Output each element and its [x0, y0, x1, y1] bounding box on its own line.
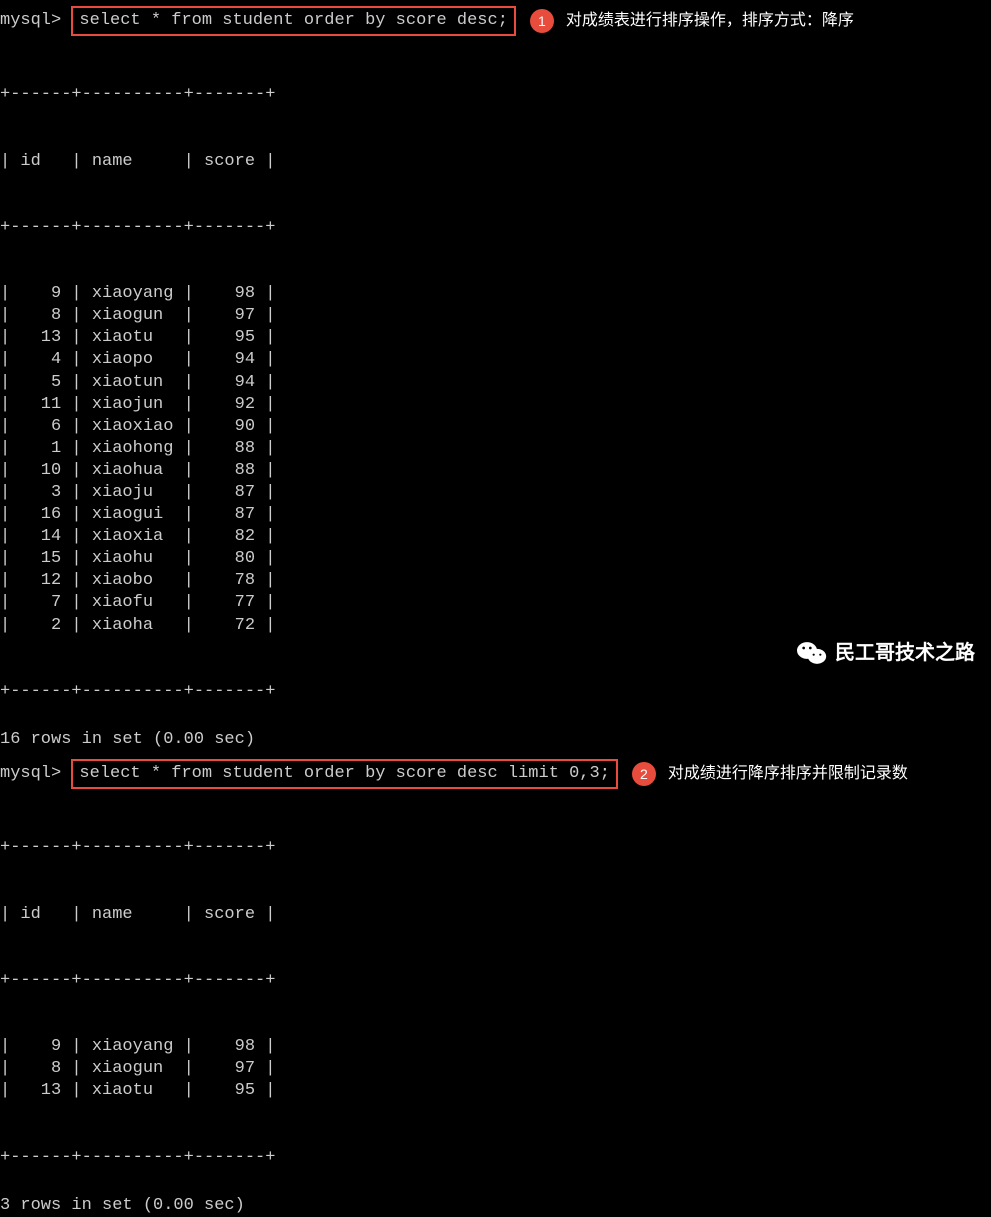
annotation1-text: 对成绩表进行排序操作，排序方式：降序 — [566, 11, 854, 32]
table-row: | 9 | xiaoyang | 98 | — [0, 283, 991, 305]
table1: +------+----------+-------+ | id | name … — [0, 40, 991, 725]
query2-sql: select * from student order by score des… — [79, 764, 610, 783]
table-row: | 7 | xiaofu | 77 | — [0, 592, 991, 614]
query2-line: mysql> select * from student order by sc… — [0, 759, 991, 789]
badge-1: 1 — [530, 9, 554, 33]
watermark: 民工哥技术之路 — [797, 640, 975, 666]
table-row: | 1 | xiaohong | 88 | — [0, 438, 991, 460]
table-row: | 11 | xiaojun | 92 | — [0, 394, 991, 416]
table-row: | 9 | xiaoyang | 98 | — [0, 1036, 991, 1058]
table-row: | 6 | xiaoxiao | 90 | — [0, 416, 991, 438]
table-row: | 16 | xiaogui | 87 | — [0, 504, 991, 526]
wechat-icon — [797, 640, 827, 666]
table-row: | 12 | xiaobo | 78 | — [0, 570, 991, 592]
badge-2: 2 — [632, 762, 656, 786]
table1-header: | id | name | score | — [0, 151, 991, 173]
query1-sql: select * from student order by score des… — [79, 11, 507, 30]
table1-status: 16 rows in set (0.00 sec) — [0, 729, 991, 751]
mysql-prompt: mysql> — [0, 10, 61, 32]
table-row: | 5 | xiaotun | 94 | — [0, 372, 991, 394]
table-row: | 10 | xiaohua | 88 | — [0, 460, 991, 482]
table-row: | 13 | xiaotu | 95 | — [0, 1080, 991, 1102]
annotation2-text: 对成绩进行降序排序并限制记录数 — [668, 764, 908, 785]
table-row: | 13 | xiaotu | 95 | — [0, 327, 991, 349]
table-row: | 2 | xiaoha | 72 | — [0, 615, 991, 637]
table1-divider-top: +------+----------+-------+ — [0, 84, 991, 106]
annotation2: 2 对成绩进行降序排序并限制记录数 — [632, 762, 908, 786]
table2-header: | id | name | score | — [0, 904, 991, 926]
table-row: | 8 | xiaogun | 97 | — [0, 1058, 991, 1080]
table2-rows: | 9 | xiaoyang | 98 || 8 | xiaogun | 97 … — [0, 1036, 991, 1102]
table2-divider-top: +------+----------+-------+ — [0, 837, 991, 859]
query2-sql-box: select * from student order by score des… — [71, 759, 618, 789]
table-row: | 15 | xiaohu | 80 | — [0, 548, 991, 570]
watermark-text: 民工哥技术之路 — [835, 640, 975, 666]
query1-sql-box: select * from student order by score des… — [71, 6, 515, 36]
query1-line: mysql> select * from student order by sc… — [0, 6, 991, 36]
table2-status: 3 rows in set (0.00 sec) — [0, 1195, 991, 1217]
annotation1: 1 对成绩表进行排序操作，排序方式：降序 — [530, 9, 854, 33]
table1-divider-bot: +------+----------+-------+ — [0, 681, 991, 703]
table-row: | 8 | xiaogun | 97 | — [0, 305, 991, 327]
table2-divider-bot: +------+----------+-------+ — [0, 1147, 991, 1169]
mysql-prompt-2: mysql> — [0, 763, 61, 785]
table-row: | 14 | xiaoxia | 82 | — [0, 526, 991, 548]
table1-rows: | 9 | xiaoyang | 98 || 8 | xiaogun | 97 … — [0, 283, 991, 637]
table-row: | 4 | xiaopo | 94 | — [0, 349, 991, 371]
table2-divider-mid: +------+----------+-------+ — [0, 970, 991, 992]
table2: +------+----------+-------+ | id | name … — [0, 793, 991, 1191]
table-row: | 3 | xiaoju | 87 | — [0, 482, 991, 504]
table1-divider-mid: +------+----------+-------+ — [0, 217, 991, 239]
